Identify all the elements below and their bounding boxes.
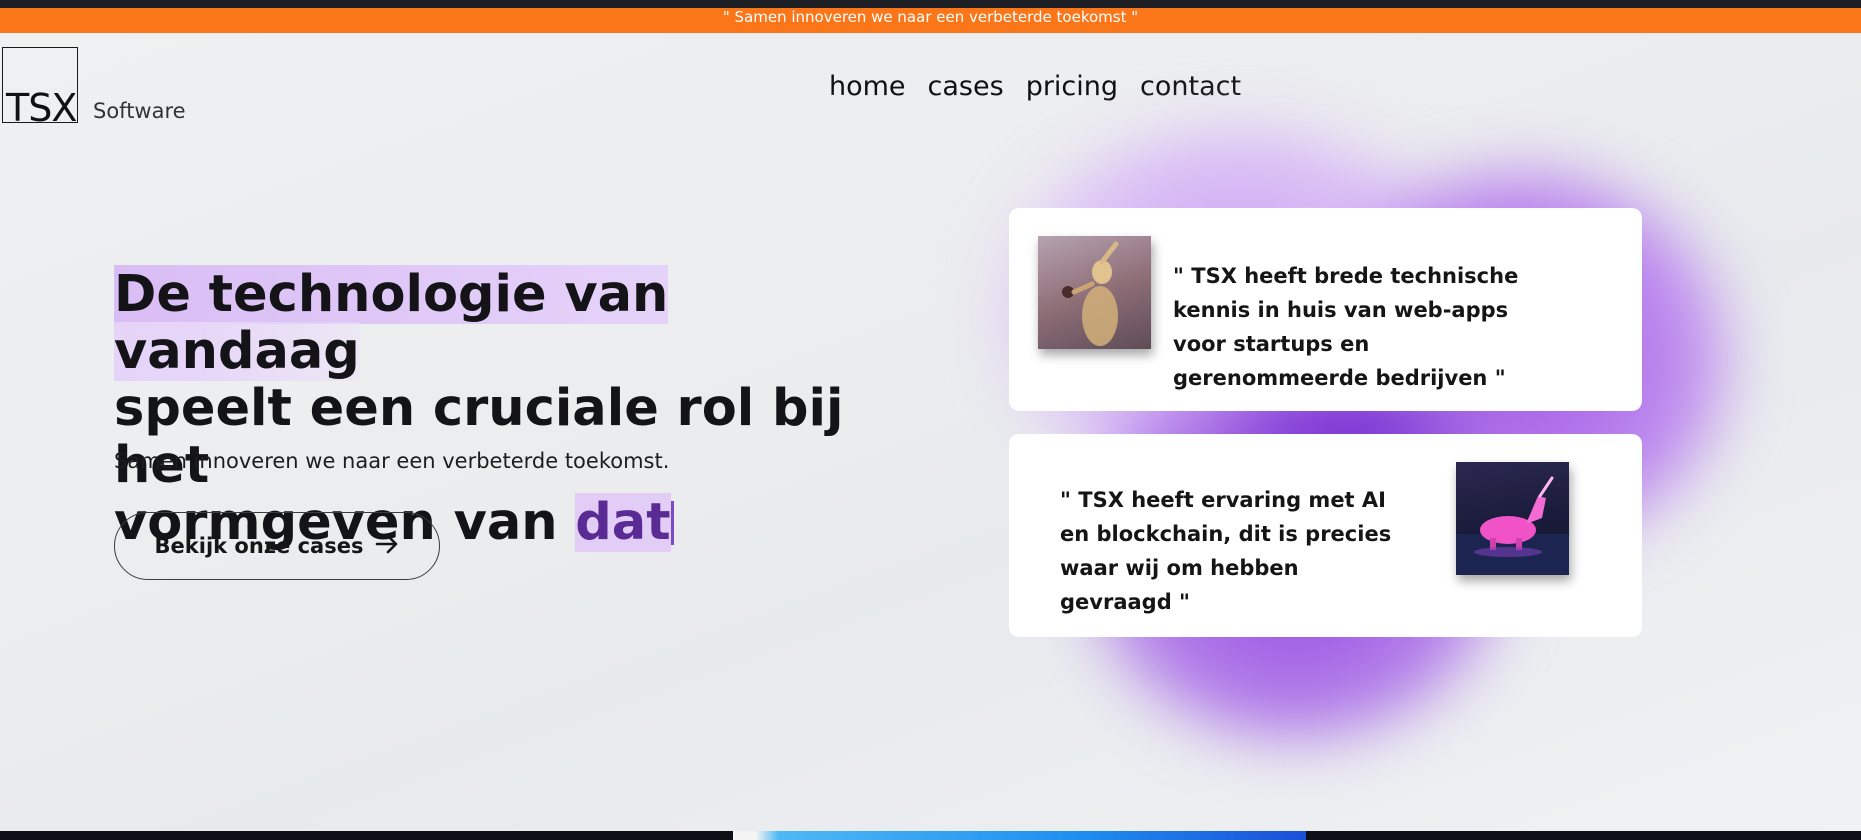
next-section-preview (733, 831, 1306, 840)
testimonial-card: " TSX heeft ervaring met AI en blockchai… (1009, 434, 1642, 637)
testimonial-card: " TSX heeft brede technische kennis in h… (1009, 208, 1642, 411)
announcement-banner: " Samen innoveren we naar een verbeterde… (0, 8, 1861, 33)
testimonial-quote: " TSX heeft ervaring met AI en blockchai… (1060, 488, 1392, 614)
nav-pricing[interactable]: pricing (1026, 70, 1118, 104)
hero-title-line1: De technologie van vandaag (114, 265, 669, 381)
nav-cases[interactable]: cases (928, 70, 1004, 104)
hero-title-line2: speelt een cruciale rol bij het (114, 379, 844, 495)
logo-subtitle: Software (93, 99, 186, 123)
pink-unicorn-image (1456, 462, 1569, 575)
statue-figure-image (1038, 236, 1151, 349)
typed-word: dat (575, 493, 671, 552)
typing-caret (670, 501, 674, 545)
testimonial-quote: " TSX heeft brede technische kennis in h… (1173, 264, 1519, 390)
logo-mark[interactable]: TSX (6, 88, 77, 128)
arrow-right-icon (375, 533, 399, 560)
nav-home[interactable]: home (829, 70, 906, 104)
view-cases-button[interactable]: Bekijk onze cases (114, 512, 440, 580)
hero-subtitle: Samen innoveren we naar een verbeterde t… (114, 449, 670, 473)
hero-title: De technologie van vandaag speelt een cr… (114, 265, 874, 552)
view-cases-button-label: Bekijk onze cases (154, 534, 364, 558)
nav-contact[interactable]: contact (1140, 70, 1241, 104)
top-strip (0, 0, 1861, 8)
main-nav: home cases pricing contact (829, 70, 1241, 104)
